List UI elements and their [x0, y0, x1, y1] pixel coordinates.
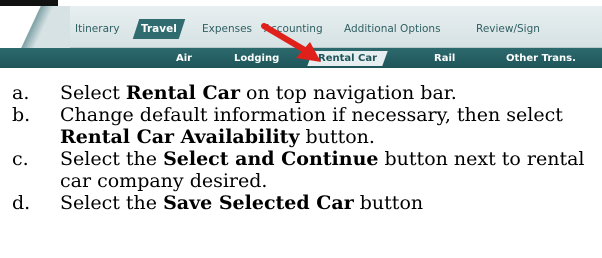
- subtab-air[interactable]: Air: [176, 51, 192, 66]
- step-d: d. Select the Save Selected Car button: [12, 192, 424, 214]
- step-letter: a.: [12, 82, 30, 104]
- step-c: c. Select the Select and Continue button…: [12, 148, 585, 192]
- tab-itinerary[interactable]: Itinerary: [75, 19, 120, 39]
- step-a: a. Select Rental Car on top navigation b…: [12, 82, 457, 104]
- subtab-other-trans[interactable]: Other Trans.: [506, 51, 576, 66]
- step-letter: b.: [12, 104, 31, 126]
- tab-review-sign[interactable]: Review/Sign: [476, 19, 540, 39]
- tab-accounting[interactable]: Accounting: [264, 19, 323, 39]
- subtab-rental-car[interactable]: Rental Car: [307, 51, 388, 66]
- step-b: b. Change default information if necessa…: [12, 104, 563, 148]
- bold-term: Select and Continue: [163, 148, 379, 170]
- bold-term: Rental Car: [125, 82, 240, 104]
- step-letter: d.: [12, 192, 31, 214]
- tab-expenses[interactable]: Expenses: [202, 19, 252, 39]
- navigation-screenshot: Itinerary Travel Expenses Accounting Add…: [0, 6, 602, 78]
- sub-nav-bar: Air Lodging Rental Car Rail Other Trans.: [0, 48, 602, 68]
- instruction-list: a. Select Rental Car on top navigation b…: [0, 82, 602, 214]
- subtab-rail[interactable]: Rail: [434, 51, 455, 66]
- bold-term: Save Selected Car: [163, 192, 354, 214]
- step-letter: c.: [12, 148, 29, 170]
- tab-travel[interactable]: Travel: [132, 19, 186, 39]
- bold-term: Rental Car Availability: [60, 126, 300, 148]
- tab-additional-options[interactable]: Additional Options: [344, 19, 441, 39]
- subtab-lodging[interactable]: Lodging: [234, 51, 279, 66]
- top-nav-bar: Itinerary Travel Expenses Accounting Add…: [0, 6, 602, 48]
